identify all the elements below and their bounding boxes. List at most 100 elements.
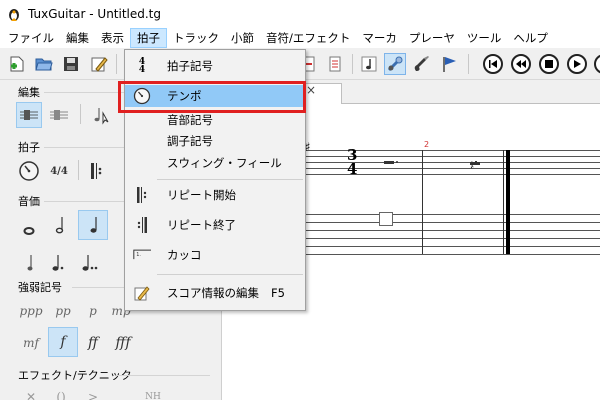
rest-dot	[396, 161, 398, 163]
menu-bar: ファイル 編集 表示 拍子 トラック 小節 音符/エフェクト マーカ プレーヤ …	[0, 28, 600, 48]
half-note-icon	[55, 217, 64, 234]
quarter-rest: 𝄽	[470, 158, 475, 174]
guitar-tools-icon	[387, 56, 403, 72]
edit-mode-alt-icon	[50, 110, 68, 120]
repeat-open-icon	[133, 186, 151, 204]
edit-properties-button[interactable]	[88, 53, 110, 75]
score-view-button[interactable]	[358, 53, 380, 75]
half-rest	[384, 161, 394, 164]
double-dotted-note-icon	[82, 255, 98, 271]
section-title-duration: 音価	[18, 195, 40, 208]
section-title-dynamics: 強弱記号	[18, 281, 62, 294]
menu-composition[interactable]: 拍子	[130, 28, 167, 48]
menu-view[interactable]: 表示	[95, 28, 130, 48]
menu-item-time-signature[interactable]: 44 拍子記号	[125, 55, 305, 77]
double-dotted-note-button[interactable]	[78, 250, 104, 276]
previous-measure-button[interactable]	[511, 54, 531, 74]
dynamic-p-button[interactable]: p	[80, 298, 106, 324]
menu-edit[interactable]: 編集	[60, 28, 95, 48]
half-note-button[interactable]	[46, 212, 72, 238]
section-title-effects: エフェクト/テクニック	[18, 369, 132, 382]
quarter-note-icon	[90, 217, 97, 233]
edit-mode-icon	[20, 110, 38, 120]
tab-cursor[interactable]	[379, 212, 393, 226]
new-file-icon	[10, 56, 24, 72]
open-file-button[interactable]	[33, 53, 55, 75]
final-barline	[506, 150, 510, 254]
dynamic-fff-button[interactable]: fff	[110, 330, 136, 356]
menu-item-repeat-close[interactable]: リピート終了	[125, 214, 305, 236]
edit-mode-score-button[interactable]	[16, 102, 42, 128]
alternate-ending-icon: 1.	[133, 246, 151, 264]
save-button[interactable]	[60, 53, 82, 75]
tablature-view-button[interactable]	[384, 53, 406, 75]
menu-measure[interactable]: 小節	[225, 28, 260, 48]
rewind-icon	[516, 60, 526, 68]
whole-note-icon	[23, 227, 35, 235]
time-signature-icon: 4/4	[50, 165, 68, 177]
skip-back-icon	[489, 60, 497, 68]
time-signature-denominator: 4	[347, 160, 358, 178]
dynamic-mf-button[interactable]: mf	[18, 330, 44, 356]
guitar-button[interactable]	[410, 53, 432, 75]
window-title: TuxGuitar - Untitled.tg	[28, 7, 162, 21]
effect-natural-harmonic-button[interactable]: NH	[140, 384, 166, 400]
tab-close-icon[interactable]: ×	[306, 83, 316, 97]
dynamic-ff-button[interactable]: ff	[80, 330, 106, 356]
clear-measure-button[interactable]	[324, 53, 346, 75]
time-signature-tool-button[interactable]: 4/4	[46, 158, 72, 184]
highlight-annotation-box	[118, 81, 306, 113]
edit-mode-tab-button[interactable]	[46, 102, 72, 128]
menu-item-alternate-ending[interactable]: 1. カッコ	[125, 244, 305, 266]
menu-item-swing-feel[interactable]: スウィング・フィール	[125, 152, 305, 174]
dynamic-ppp-button[interactable]: ppp	[18, 298, 44, 324]
menu-track[interactable]: トラック	[167, 28, 225, 48]
effect-accent-button[interactable]: >	[80, 384, 106, 400]
rest-mark	[470, 162, 480, 165]
menu-note-effect[interactable]: 音符/エフェクト	[260, 28, 356, 48]
menu-help[interactable]: ヘルプ	[507, 28, 554, 48]
new-file-button[interactable]	[6, 53, 28, 75]
repeat-close-icon	[133, 216, 151, 234]
sixteenth-note-icon	[27, 255, 33, 271]
repeat-open-tool-button[interactable]	[84, 158, 110, 184]
clear-measure-icon	[329, 56, 341, 72]
dotted-note-icon	[52, 255, 64, 271]
section-title-edit: 編集	[18, 86, 40, 99]
menu-item-repeat-open[interactable]: リピート開始	[125, 184, 305, 206]
shortcut-label: F5	[271, 286, 285, 300]
stop-icon	[545, 60, 553, 68]
tuxguitar-app-icon	[9, 9, 19, 21]
stop-button[interactable]	[539, 54, 559, 74]
effect-dead-note-button[interactable]: ✕	[18, 384, 44, 400]
play-icon	[574, 60, 581, 68]
selection-tool-button[interactable]	[88, 102, 114, 128]
first-measure-button[interactable]	[483, 54, 503, 74]
tempo-tool-button[interactable]	[16, 158, 42, 184]
menu-file[interactable]: ファイル	[2, 28, 60, 48]
menu-item-key-signature[interactable]: 調子記号	[125, 130, 305, 152]
pencil-paper-icon	[91, 57, 108, 72]
menu-tools[interactable]: ツール	[461, 28, 508, 48]
menu-item-edit-score-info[interactable]: スコア情報の編集 F5	[125, 282, 305, 304]
electric-guitar-icon	[414, 56, 429, 71]
play-button[interactable]	[567, 54, 587, 74]
pencil-icon	[133, 284, 151, 302]
quarter-note-button[interactable]	[78, 210, 108, 240]
sixteenth-note-button[interactable]	[18, 250, 44, 276]
menu-player[interactable]: プレーヤ	[403, 28, 461, 48]
dynamic-f-button[interactable]: f	[48, 327, 78, 357]
save-disk-icon	[64, 57, 78, 71]
flag-icon	[443, 57, 456, 72]
section-title-composition: 拍子	[18, 141, 40, 154]
dynamic-pp-button[interactable]: pp	[50, 298, 76, 324]
svg-text:1.: 1.	[136, 252, 141, 258]
next-measure-button[interactable]	[594, 54, 600, 74]
time-signature: 3 4	[347, 148, 358, 178]
menu-marker[interactable]: マーカ	[356, 28, 403, 48]
whole-note-button[interactable]	[16, 216, 42, 242]
dotted-note-button[interactable]	[46, 250, 72, 276]
time-signature-icon: 44	[138, 57, 146, 75]
effect-ghost-note-button[interactable]: ()	[48, 384, 74, 400]
marker-flag-button[interactable]	[438, 53, 460, 75]
